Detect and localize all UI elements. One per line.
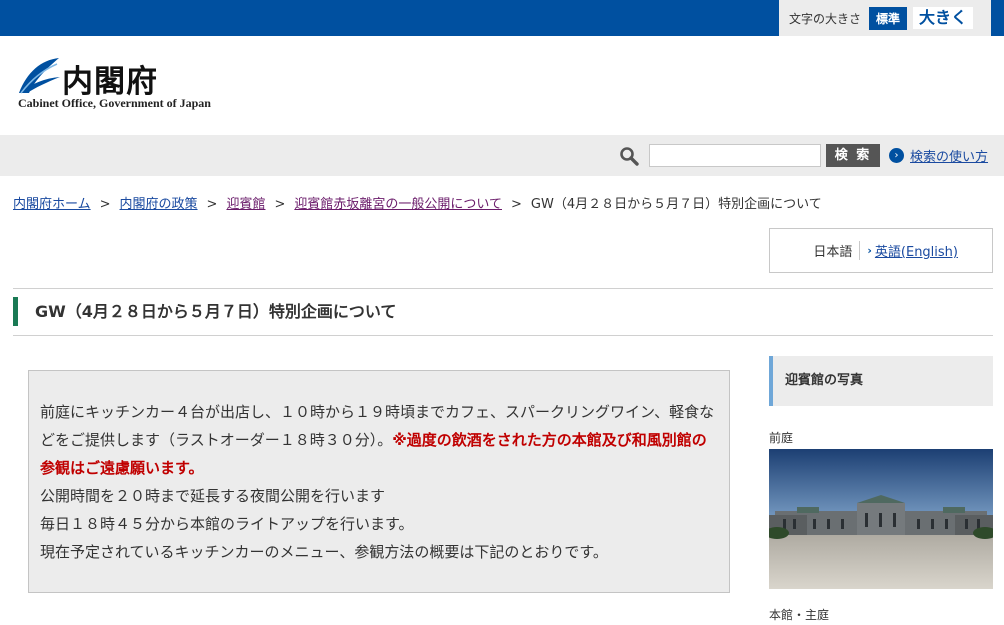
font-size-switcher: 文字の大きさ 標準 大きく (779, 0, 991, 36)
search-bar: 検 索 › 検索の使い方 (0, 135, 1004, 176)
breadcrumb-geihinkan[interactable]: 迎賓館 (226, 197, 265, 212)
notice-night-opening: 公開時間を２０時まで延長する夜間公開を行います (40, 487, 386, 505)
notice-paragraph: 前庭にキッチンカー４台が出店し、１０時から１９時頃までカフェ、スパークリングワイ… (40, 398, 717, 482)
breadcrumb-public-opening[interactable]: 迎賓館赤坂離宮の一般公開について (294, 197, 502, 212)
chevron-right-icon: › (867, 244, 872, 257)
breadcrumb: 内閣府ホーム > 内閣府の政策 > 迎賓館 > 迎賓館赤坂離宮の一般公開について > GW（4月… (13, 193, 822, 212)
photo-caption-front-garden: 前庭 (769, 431, 794, 445)
sidebar-heading: 迎賓館の写真 (769, 356, 993, 406)
logo-name: 内閣府 (62, 64, 158, 100)
breadcrumb-separator: > (511, 197, 522, 212)
geihinkan-photo-image (769, 449, 993, 589)
font-size-standard-button[interactable]: 標準 (869, 6, 908, 30)
chevron-right-icon: › (889, 148, 904, 163)
search-button[interactable]: 検 索 (826, 144, 880, 167)
language-english-link[interactable]: 英語(English) (875, 241, 958, 260)
breadcrumb-policy[interactable]: 内閣府の政策 (120, 197, 198, 212)
search-howto-link[interactable]: › 検索の使い方 (889, 146, 988, 165)
font-size-label: 文字の大きさ (789, 11, 862, 26)
breadcrumb-home[interactable]: 内閣府ホーム (13, 197, 91, 212)
front-garden-photo[interactable] (769, 449, 993, 589)
divider (13, 288, 993, 289)
divider (13, 335, 993, 336)
breadcrumb-separator: > (274, 197, 286, 212)
language-switcher: 日本語 › 英語(English) (769, 228, 993, 273)
search-howto-label[interactable]: 検索の使い方 (910, 146, 988, 165)
breadcrumb-separator: > (206, 197, 218, 212)
font-size-large-button[interactable]: 大きく (913, 7, 974, 29)
search-input[interactable] (649, 144, 821, 167)
title-accent-bar (13, 297, 18, 326)
breadcrumb-current: GW（4月２８日から５月７日）特別企画について (530, 197, 822, 212)
cabinet-office-emblem-icon (19, 58, 60, 94)
language-japanese: 日本語 (813, 241, 861, 260)
notice-lightup: 毎日１８時４５分から本館のライトアップを行います。 (40, 515, 414, 533)
event-notice-box: 前庭にキッチンカー４台が出店し、１０時から１９時頃までカフェ、スパークリングワイ… (28, 370, 730, 593)
notice-menu-info: 現在予定されているキッチンカーのメニュー、参観方法の概要は下記のとおりです。 (40, 543, 608, 561)
photo-caption-main-building: 本館・主庭 (769, 608, 830, 622)
search-icon (620, 147, 639, 166)
logo-subtitle: Cabinet Office, Government of Japan (18, 96, 211, 110)
breadcrumb-separator: > (99, 197, 111, 212)
page-title: GW（4月２８日から５月７日）特別企画について (35, 302, 397, 321)
